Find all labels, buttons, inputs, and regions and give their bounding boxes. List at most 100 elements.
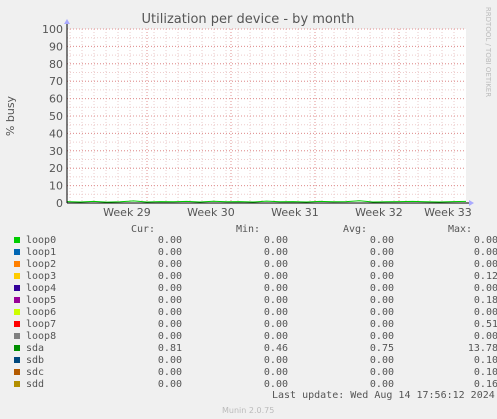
legend-cur-value: 0.00 (157, 247, 182, 258)
legend-min-value: 0.00 (263, 379, 288, 390)
legend-row-loop6: loop6 0.00 0.00 0.00 0.00 (14, 307, 497, 319)
legend-row-loop2: loop2 0.00 0.00 0.00 0.00 (14, 259, 497, 271)
y-tick-label: 60 (49, 93, 63, 106)
legend-avg-value: 0.00 (369, 235, 394, 246)
legend-cur-value: 0.00 (157, 355, 182, 366)
legend-swatch (14, 381, 20, 387)
legend-min-value: 0.00 (263, 235, 288, 246)
y-tick-label: 20 (49, 162, 63, 175)
legend-max-value: 13.78 (467, 343, 497, 354)
legend-avg-value: 0.00 (369, 283, 394, 294)
legend-min-value: 0.00 (263, 259, 288, 270)
y-axis-label: % busy (4, 95, 17, 136)
legend-row-sdb: sdb 0.00 0.00 0.00 0.10 (14, 355, 497, 367)
y-tick-label: 70 (49, 75, 63, 88)
legend-avg-value: 0.00 (369, 295, 394, 306)
legend-avg-value: 0.00 (369, 331, 394, 342)
legend-min-value: 0.46 (263, 343, 288, 354)
legend-cur-value: 0.00 (157, 319, 182, 330)
legend-series-name: sdc (26, 367, 45, 378)
y-tick-label: 100 (42, 23, 63, 36)
x-tick-label: Week 32 (355, 206, 403, 219)
legend-row-loop0: loop0 0.00 0.00 0.00 0.00 (14, 235, 497, 247)
legend-min-value: 0.00 (263, 247, 288, 258)
legend-swatch (14, 369, 20, 375)
legend-series-name: loop0 (26, 235, 57, 246)
legend-max-value: 0.16 (473, 379, 497, 390)
legend-series-name: loop6 (26, 307, 57, 318)
y-tick-label: 30 (49, 145, 63, 158)
legend-avg-value: 0.00 (369, 319, 394, 330)
legend-min-value: 0.00 (263, 319, 288, 330)
legend-max-value: 0.18 (473, 295, 497, 306)
rrdtool-watermark: RRDTOOL / TOBI OETIKER (484, 7, 492, 97)
y-tick-label: 90 (49, 40, 63, 53)
y-tick-label: 80 (49, 58, 63, 71)
legend-cur-value: 0.00 (157, 307, 182, 318)
legend-cur-value: 0.00 (157, 271, 182, 282)
legend-min-value: 0.00 (263, 367, 288, 378)
legend-max-value: 0.00 (473, 259, 497, 270)
legend-max-value: 0.00 (473, 283, 497, 294)
legend-swatch (14, 249, 20, 255)
legend-cur-value: 0.00 (157, 235, 182, 246)
legend-swatch (14, 309, 20, 315)
legend-swatch (14, 321, 20, 327)
legend-min-value: 0.00 (263, 283, 288, 294)
legend-series-name: loop1 (26, 247, 57, 258)
legend-min-value: 0.00 (263, 271, 288, 282)
legend-avg-value: 0.00 (369, 367, 394, 378)
legend-cur-value: 0.00 (157, 283, 182, 294)
legend-row-sdc: sdc 0.00 0.00 0.00 0.10 (14, 367, 497, 379)
legend-row-loop5: loop5 0.00 0.00 0.00 0.18 (14, 295, 497, 307)
legend-swatch (14, 237, 20, 243)
legend-series-name: sda (26, 343, 45, 354)
legend-cur-value: 0.00 (157, 367, 182, 378)
legend-cur-value: 0.00 (157, 331, 182, 342)
y-tick-label: 0 (56, 197, 63, 210)
legend-avg-value: 0.75 (369, 343, 394, 354)
legend-series-name: sdb (26, 355, 45, 366)
legend-min-value: 0.00 (263, 307, 288, 318)
x-tick-label: Week 33 (424, 206, 472, 219)
legend-max-value: 0.51 (473, 319, 497, 330)
legend-cur-value: 0.81 (157, 343, 182, 354)
legend-max-value: 0.10 (473, 355, 497, 366)
legend-row-loop1: loop1 0.00 0.00 0.00 0.00 (14, 247, 497, 259)
legend-avg-value: 0.00 (369, 271, 394, 282)
legend-row-loop7: loop7 0.00 0.00 0.00 0.51 (14, 319, 497, 331)
legend-swatch (14, 261, 20, 267)
legend-row-loop4: loop4 0.00 0.00 0.00 0.00 (14, 283, 497, 295)
y-axis-arrow (64, 19, 70, 24)
legend-swatch (14, 357, 20, 363)
x-tick-label: Week 31 (271, 206, 319, 219)
chart-svg: Utilization per device - by month % busy… (4, 7, 492, 219)
legend-swatch (14, 285, 20, 291)
legend-swatch (14, 345, 20, 351)
y-tick-label: 50 (49, 110, 63, 123)
legend-avg-value: 0.00 (369, 247, 394, 258)
legend-min-value: 0.00 (263, 331, 288, 342)
x-tick-label: Week 29 (103, 206, 151, 219)
legend-series-name: loop8 (26, 331, 57, 342)
legend-max-value: 0.10 (473, 367, 497, 378)
legend-cur-value: 0.00 (157, 259, 182, 270)
legend-series-name: loop3 (26, 271, 57, 282)
legend-row-loop3: loop3 0.00 0.00 0.00 0.12 (14, 271, 497, 283)
legend-swatch (14, 297, 20, 303)
y-tick-label: 40 (49, 127, 63, 140)
legend-series-name: loop5 (26, 295, 57, 306)
legend-min-value: 0.00 (263, 355, 288, 366)
legend-row-loop8: loop8 0.00 0.00 0.00 0.00 (14, 331, 497, 343)
y-tick-label: 10 (49, 180, 63, 193)
legend-max-value: 0.00 (473, 331, 497, 342)
legend-swatch (14, 333, 20, 339)
legend-series-name: loop4 (26, 283, 57, 294)
legend-series-name: loop2 (26, 259, 57, 270)
last-update: Last update: Wed Aug 14 17:56:12 2024 (272, 390, 495, 401)
legend-max-value: 0.00 (473, 235, 497, 246)
legend-row-sda: sda 0.81 0.46 0.75 13.78 (14, 343, 497, 355)
legend-max-value: 0.00 (473, 307, 497, 318)
legend-cur-value: 0.00 (157, 379, 182, 390)
legend-avg-value: 0.00 (369, 307, 394, 318)
